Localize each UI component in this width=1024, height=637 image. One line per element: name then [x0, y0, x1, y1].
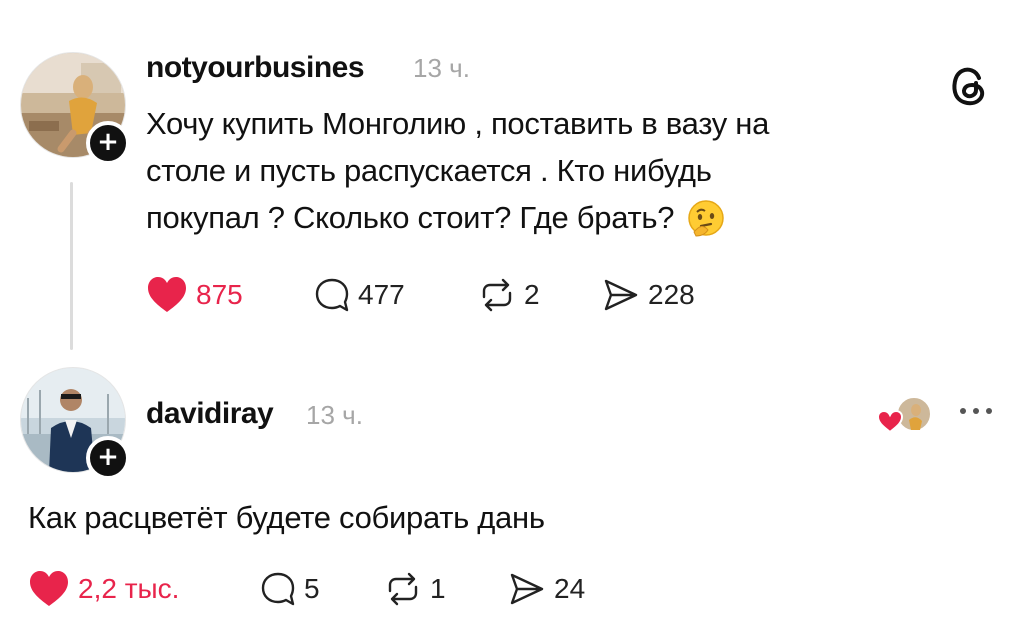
repost-icon	[388, 572, 418, 606]
author-liked-indicator	[876, 394, 934, 443]
post-text-line: Хочу купить Монголию , поставить в вазу …	[146, 106, 770, 141]
share-button[interactable]: 24	[508, 569, 585, 609]
repost-count: 1	[430, 573, 446, 604]
send-icon	[604, 279, 638, 311]
comment-count: 477	[358, 279, 405, 310]
comment-bubble-icon	[315, 278, 349, 312]
like-button[interactable]: 875	[146, 275, 243, 315]
thread-connector-line	[70, 182, 73, 350]
threads-logo-icon[interactable]	[948, 64, 988, 108]
reply-time: 13 ч.	[306, 400, 363, 430]
post-text-line: столе и пусть распускается . Кто нибудь	[146, 153, 712, 188]
like-count: 875	[196, 279, 243, 310]
repost-icon	[482, 278, 512, 312]
heart-icon	[148, 277, 186, 312]
post-text: Хочу купить Монголию , поставить в вазу …	[146, 100, 769, 241]
heart-icon	[30, 571, 68, 606]
post-time: 13 ч.	[413, 53, 470, 83]
comment-bubble-icon	[261, 572, 295, 606]
share-button[interactable]: 228	[602, 275, 695, 315]
follow-plus-icon[interactable]: +	[86, 436, 130, 480]
comment-button[interactable]: 477	[314, 275, 405, 315]
repost-count: 2	[524, 279, 540, 310]
repost-button[interactable]: 2	[478, 275, 540, 315]
send-icon	[510, 573, 544, 605]
reply-text: Как расцветёт будете собирать дань	[28, 500, 545, 535]
reply-actions: 2,2 тыс. 5 1 24	[28, 569, 648, 609]
threads-feed: + notyourbusines 13 ч. Хочу купить Монго…	[0, 0, 1024, 637]
post-username[interactable]: notyourbusines	[146, 51, 365, 85]
follow-plus-icon[interactable]: +	[86, 121, 130, 165]
repost-button[interactable]: 1	[384, 569, 446, 609]
like-button[interactable]: 2,2 тыс.	[28, 569, 179, 609]
post-text-line: покупал ? Сколько стоит? Где брать?	[146, 200, 675, 235]
like-count: 2,2 тыс.	[78, 573, 180, 604]
more-dots-icon[interactable]	[956, 404, 996, 418]
share-count: 228	[648, 279, 695, 310]
comment-count: 5	[304, 573, 320, 604]
share-count: 24	[554, 573, 586, 604]
post-actions: 875 477 2 228	[146, 275, 746, 315]
thinking-face-emoji-icon	[688, 199, 724, 237]
comment-button[interactable]: 5	[260, 569, 320, 609]
reply-username[interactable]: davidiray	[146, 397, 274, 431]
